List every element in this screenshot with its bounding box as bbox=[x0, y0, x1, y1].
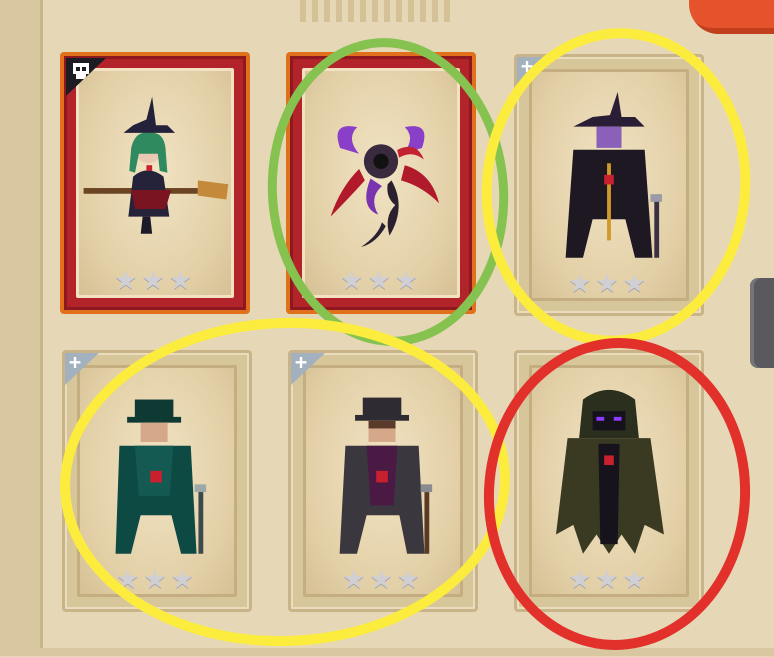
card-demon[interactable]: ★★★ bbox=[286, 52, 476, 314]
board-bottom-frame bbox=[40, 648, 774, 656]
side-scroll-handle[interactable] bbox=[750, 278, 774, 368]
star-rating: ★★★ bbox=[116, 565, 198, 595]
card-grey-bowler-gent[interactable]: + ★★★ bbox=[288, 350, 478, 612]
demon-portrait bbox=[302, 68, 460, 270]
star-rating: ★★★ bbox=[568, 565, 650, 595]
corner-button[interactable] bbox=[689, 0, 774, 34]
witch-portrait bbox=[76, 68, 234, 270]
star-rating: ★★★ bbox=[340, 266, 422, 296]
board-left-frame bbox=[0, 0, 43, 656]
card-purple-hat-cultist[interactable]: + ★★★ bbox=[514, 54, 704, 316]
card-hooded-shadow[interactable]: ★★★ bbox=[514, 350, 704, 612]
top-ornament bbox=[300, 0, 450, 22]
card-green-bowler-gent[interactable]: + ★★★ bbox=[62, 350, 252, 612]
star-rating: ★★★ bbox=[114, 266, 196, 296]
card-witch[interactable]: ★★★ bbox=[60, 52, 250, 314]
star-rating: ★★★ bbox=[568, 269, 650, 299]
green-gent-portrait bbox=[77, 365, 237, 569]
cultist-portrait bbox=[529, 69, 689, 273]
star-rating: ★★★ bbox=[342, 565, 424, 595]
grey-gent-portrait bbox=[303, 365, 463, 569]
hooded-shadow-portrait bbox=[529, 365, 689, 569]
